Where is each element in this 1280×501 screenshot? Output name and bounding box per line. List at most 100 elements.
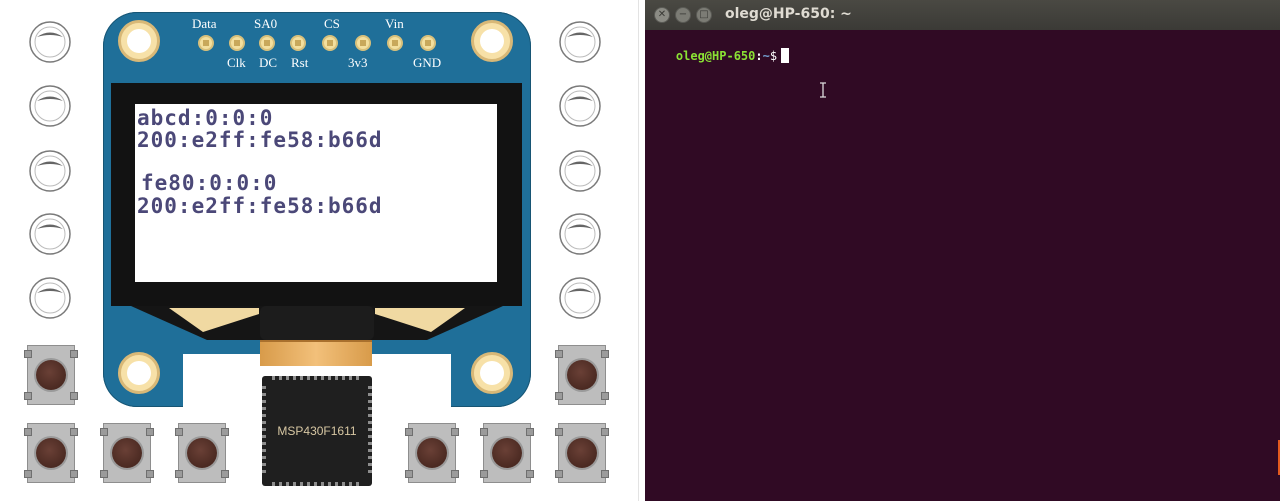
prompt-user-host: oleg@HP-650 (675, 49, 756, 63)
button-leg (70, 428, 78, 436)
button-leg (480, 428, 488, 436)
button-leg (601, 470, 609, 478)
push-button-bottom-4[interactable] (405, 423, 459, 483)
flex-ribbon-connector (260, 340, 372, 366)
pin-3v3[interactable] (387, 35, 403, 51)
button-cap (112, 438, 142, 468)
pin-clk[interactable] (229, 35, 245, 51)
button-cap (567, 438, 597, 468)
oled-line-3: fe80:0:0:0 (141, 171, 278, 195)
button-cap (417, 438, 447, 468)
pin-label-rst: Rst (291, 55, 309, 70)
terminal-window[interactable]: ✕ − □ oleg@HP-650: ~ oleg@HP-650:~$ (645, 0, 1280, 501)
knob-right-3[interactable] (558, 149, 602, 193)
oled-line-4: 200:e2ff:fe58:b66d (137, 194, 383, 218)
push-button-right-top[interactable] (555, 345, 609, 405)
text-cursor-icon (820, 82, 826, 98)
push-button-bottom-2[interactable] (100, 423, 154, 483)
knob-right-5[interactable] (558, 276, 602, 320)
button-leg (70, 350, 78, 358)
button-leg (70, 392, 78, 400)
button-leg (601, 350, 609, 358)
button-leg (555, 392, 563, 400)
mount-hole-top-left (118, 20, 160, 62)
pin-data[interactable] (198, 35, 214, 51)
button-cap (36, 360, 66, 390)
button-leg (146, 470, 154, 478)
button-leg (146, 428, 154, 436)
button-leg (70, 470, 78, 478)
hardware-simulator: Data Clk SA0 DC Rst CS 3v3 Vin GND abcd:… (0, 0, 645, 501)
button-leg (221, 428, 229, 436)
push-button-bottom-6[interactable] (555, 423, 609, 483)
button-leg (555, 428, 563, 436)
close-icon: ✕ (657, 9, 667, 20)
button-cap (492, 438, 522, 468)
terminal-titlebar[interactable]: ✕ − □ oleg@HP-650: ~ (645, 0, 1280, 30)
pin-sa0[interactable] (259, 35, 275, 51)
maximize-icon: □ (699, 9, 709, 20)
mount-hole-top-right (471, 20, 513, 62)
pin-label-clk: Clk (227, 55, 246, 70)
button-leg (601, 428, 609, 436)
knob-left-1[interactable] (28, 20, 72, 64)
mount-hole-bottom-left (118, 352, 160, 394)
knob-right-4[interactable] (558, 212, 602, 256)
button-leg (526, 428, 534, 436)
oled-line-2: 200:e2ff:fe58:b66d (137, 128, 383, 152)
knob-left-2[interactable] (28, 84, 72, 128)
button-leg (526, 470, 534, 478)
minimize-icon: − (678, 9, 688, 20)
button-leg (451, 428, 459, 436)
pin-label-sa0: SA0 (254, 16, 278, 31)
pin-label-gnd: GND (413, 55, 442, 70)
maximize-button[interactable]: □ (696, 7, 712, 23)
button-leg (175, 428, 183, 436)
text-cursor (781, 48, 790, 63)
button-leg (451, 470, 459, 478)
pin-label-vin: Vin (385, 16, 404, 31)
pin-dc[interactable] (290, 35, 306, 51)
button-leg (24, 392, 32, 400)
button-leg (24, 428, 32, 436)
oled-screen: abcd:0:0:0 200:e2ff:fe58:b66d fe80:0:0:0… (135, 104, 497, 282)
button-leg (555, 350, 563, 358)
mcu-chip: MSP430F1611 (262, 376, 372, 486)
pin-rst[interactable] (322, 35, 338, 51)
mount-hole-bottom-right (471, 352, 513, 394)
button-cap (36, 438, 66, 468)
button-leg (24, 470, 32, 478)
terminal-prompt-line[interactable]: oleg@HP-650:~$ (647, 32, 790, 80)
minimize-button[interactable]: − (675, 7, 691, 23)
knob-right-2[interactable] (558, 84, 602, 128)
prompt-separator: : (755, 49, 763, 63)
pin-cs[interactable] (355, 35, 371, 51)
oled-line-1: abcd:0:0:0 (137, 106, 274, 130)
knob-left-4[interactable] (28, 212, 72, 256)
push-button-bottom-5[interactable] (480, 423, 534, 483)
button-cap (187, 438, 217, 468)
push-button-left-top[interactable] (24, 345, 78, 405)
close-button[interactable]: ✕ (654, 7, 670, 23)
prompt-path: ~ (762, 49, 770, 63)
button-leg (555, 470, 563, 478)
pin-vin[interactable] (420, 35, 436, 51)
button-leg (221, 470, 229, 478)
button-leg (405, 428, 413, 436)
button-leg (100, 470, 108, 478)
button-leg (405, 470, 413, 478)
chip-label: MSP430F1611 (277, 424, 357, 438)
button-leg (24, 350, 32, 358)
knob-right-1[interactable] (558, 20, 602, 64)
knob-left-3[interactable] (28, 149, 72, 193)
pin-label-dc: DC (259, 55, 278, 70)
button-leg (480, 470, 488, 478)
push-button-bottom-1[interactable] (24, 423, 78, 483)
push-button-bottom-3[interactable] (175, 423, 229, 483)
panel-divider (638, 0, 639, 501)
prompt-symbol: $ (769, 49, 778, 63)
button-leg (100, 428, 108, 436)
button-leg (601, 392, 609, 400)
knob-left-5[interactable] (28, 276, 72, 320)
pin-label-data: Data (192, 16, 217, 31)
